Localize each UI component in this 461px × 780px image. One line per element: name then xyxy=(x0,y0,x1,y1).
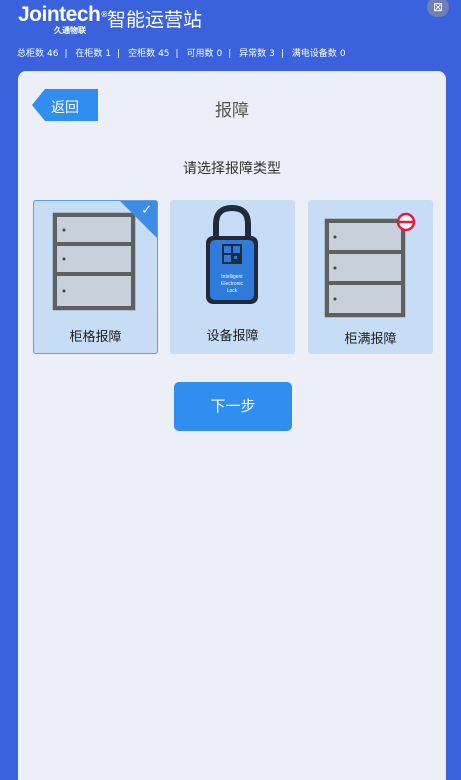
select-type-prompt: 请选择报障类型 xyxy=(183,161,281,177)
checkmark-icon: ✓ xyxy=(141,203,152,218)
option-device-fault[interactable]: Intelligent Electronic Lock 设备报障 xyxy=(170,200,295,354)
stats-bar: 总柜数 46 | 在柜数 1 | 空柜数 45 | 可用数 0 | 异常数 3 | 满电设备数 0 xyxy=(17,46,349,59)
stat-charged-value: 0 xyxy=(339,49,346,59)
stats-separator: | xyxy=(280,49,284,59)
option-cabinet-full-fault[interactable]: 柜满报障 xyxy=(308,200,433,354)
stat-occupied-label: 在柜数 xyxy=(75,49,103,59)
stat-available-value: 0 xyxy=(216,49,223,59)
option-cabinet-grid-fault[interactable]: ✓ 柜格报障 xyxy=(33,200,158,354)
main-panel: 返回 报障 请选择报障类型 ✓ 柜格报障 Intelligent Electro… xyxy=(18,71,446,780)
stat-charged-label: 满电设备数 xyxy=(291,49,337,59)
option-label: 设备报障 xyxy=(206,329,259,344)
lock-text-line1: Intelligent xyxy=(221,274,243,280)
stat-available-label: 可用数 xyxy=(186,49,214,59)
app-header: Jointech® 久通物联 智能运营站 ⊠ 总柜数 46 | 在柜数 1 | 空柜数 4… xyxy=(0,0,461,70)
stats-separator: | xyxy=(228,49,232,59)
stats-separator: | xyxy=(64,49,68,59)
stat-total-value: 46 xyxy=(47,49,59,59)
stat-abnormal-value: 3 xyxy=(269,49,275,59)
close-icon[interactable]: ⊠ xyxy=(427,0,449,17)
stat-empty-label: 空柜数 xyxy=(128,49,156,59)
stats-separator: | xyxy=(117,49,121,59)
stats-separator: | xyxy=(175,49,179,59)
lock-text-line2: Electronic xyxy=(221,281,243,287)
jointech-logo: Jointech® 久通物联 xyxy=(18,3,107,36)
next-step-button[interactable]: 下一步 xyxy=(174,382,292,431)
lock-text-line3: Lock xyxy=(227,288,238,294)
option-label: 柜格报障 xyxy=(69,330,122,345)
stat-occupied-value: 1 xyxy=(105,49,112,59)
stat-empty-value: 45 xyxy=(158,49,170,59)
app-title: 智能运营站 xyxy=(107,9,203,31)
page-title: 报障 xyxy=(215,101,249,121)
option-label: 柜满报障 xyxy=(344,332,397,347)
stat-abnormal-label: 异常数 xyxy=(239,49,267,59)
stat-total-label: 总柜数 xyxy=(17,49,45,59)
